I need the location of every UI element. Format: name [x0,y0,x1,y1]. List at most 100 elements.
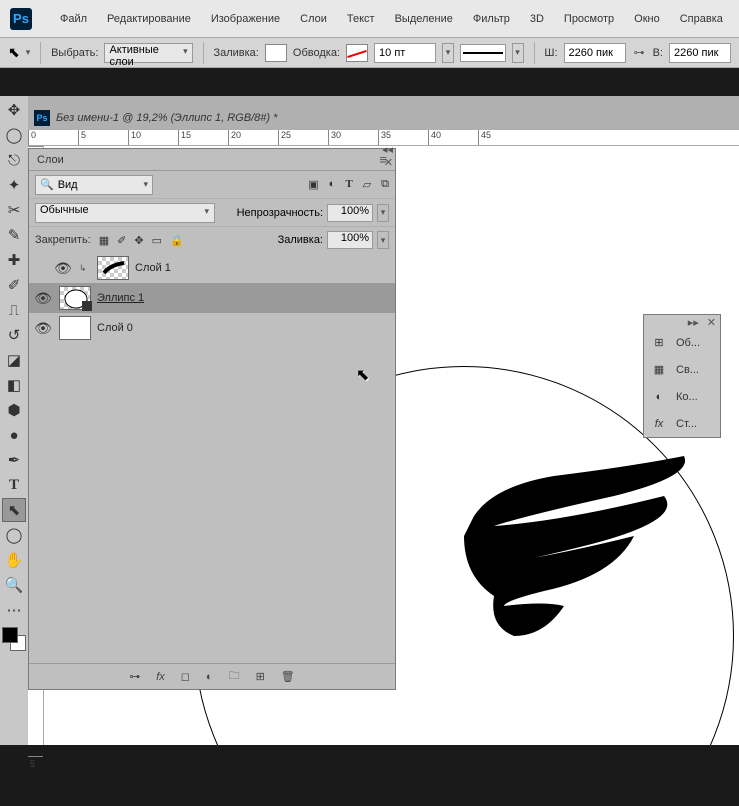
eraser-tool-icon[interactable]: ◪ [2,348,26,372]
layers-tab[interactable]: Слои [37,154,64,166]
fill-label: Заливка: [278,234,323,246]
new-layer-icon[interactable]: ⊞ [256,670,265,683]
menu-text[interactable]: Текст [337,9,385,29]
layer-thumbnail[interactable] [97,256,129,280]
fill-input[interactable]: 100% [327,231,373,249]
ruler-tick: 15 [178,130,228,145]
blur-tool-icon[interactable]: ⬢ [2,398,26,422]
lock-label: Закрепить: [35,234,91,246]
collapse-icon[interactable]: ▸▸ [688,316,699,329]
delete-layer-icon[interactable]: 🗑 [281,670,295,683]
layer-row[interactable]: 👁 Эллипс 1 [29,283,395,313]
layers-panel: ◂◂ ✕ Слои ≡ 🔍 Вид ▾ ▣ ◐ T ▱ ⧉ Обычные [28,148,396,690]
menu-edit[interactable]: Редактирование [97,9,201,29]
fill-swatch[interactable] [265,44,287,62]
visibility-icon[interactable]: 👁 [33,320,53,337]
filter-shape-icon[interactable]: ▱ [363,178,371,191]
menu-3d[interactable]: 3D [520,9,554,29]
stroke-style-dropdown[interactable] [460,44,505,62]
collapse-icon[interactable]: ◂◂ [382,144,393,156]
visibility-icon[interactable]: 👁 [53,260,73,277]
width-input[interactable] [564,43,626,63]
lasso-tool-icon[interactable]: ⎋ [2,148,26,172]
adjustment-layer-icon[interactable]: ◐ [206,671,213,683]
filter-type-icon[interactable]: T [345,178,352,191]
menu-view[interactable]: Просмотр [554,9,624,29]
edit-toolbar-icon[interactable]: ⋯ [2,598,26,622]
height-input[interactable] [669,43,731,63]
menu-help[interactable]: Справка [670,9,733,29]
shape-tool-icon[interactable]: ◯ [2,523,26,547]
stroke-swatch[interactable] [346,44,368,62]
opacity-input[interactable]: 100% [327,204,373,222]
adjustments-item[interactable]: ◐ Ко... [644,383,720,410]
ruler-tick: 25 [278,130,328,145]
properties-item[interactable]: ▦ Св... [644,356,720,383]
layer-fx-icon[interactable]: fx [156,671,165,683]
menu-select[interactable]: Выделение [385,9,463,29]
fg-bg-colors[interactable] [2,627,26,651]
stroke-label: Обводка: [293,47,340,59]
layer-name[interactable]: Слой 0 [97,322,133,334]
crop-tool-icon[interactable]: ✂ [2,198,26,222]
lock-position-icon[interactable]: ✥ [134,234,143,247]
dodge-tool-icon[interactable]: ● [2,423,26,447]
document-tab[interactable]: Ps Без имени-1 @ 19,2% (Эллипс 1, RGB/8#… [28,106,277,130]
link-layers-icon[interactable]: ⊶ [129,670,140,683]
ruler-tick: 0 [28,130,78,145]
brush-stroke [434,426,694,656]
brush-tool-icon[interactable]: ✐ [2,273,26,297]
select-dropdown[interactable]: Активные слои [104,43,192,63]
path-select-tool-icon[interactable]: ⬉ [8,44,20,61]
swatches-item[interactable]: ⊞ Об... [644,329,720,356]
layer-mask-icon[interactable]: ◻ [181,670,190,683]
link-wh-icon[interactable]: ⊶ [632,46,647,59]
close-icon[interactable]: ✕ [707,316,716,329]
magic-wand-tool-icon[interactable]: ✦ [2,173,26,197]
type-tool-icon[interactable]: T [2,473,26,497]
ruler-tick: 5 [28,756,43,806]
menu-layers[interactable]: Слои [290,9,337,29]
lock-pixels-icon[interactable]: ✐ [117,234,126,247]
layer-name[interactable]: Эллипс 1 [97,292,144,304]
search-icon: 🔍 [40,178,54,191]
filter-adjust-icon[interactable]: ◐ [329,178,336,191]
layer-name[interactable]: Слой 1 [135,262,171,274]
visibility-icon[interactable]: 👁 [33,290,53,307]
pen-tool-icon[interactable]: ✒ [2,448,26,472]
marquee-tool-icon[interactable]: ◯ [2,123,26,147]
stamp-tool-icon[interactable]: ⎍ [2,298,26,322]
history-brush-tool-icon[interactable]: ↺ [2,323,26,347]
move-tool-icon[interactable]: ✥ [2,98,26,122]
eyedropper-tool-icon[interactable]: ✎ [2,223,26,247]
layer-group-icon[interactable]: 🗀 [229,667,240,686]
path-select-tool-icon[interactable]: ⬉ [2,498,26,522]
fill-dropdown-icon[interactable]: ▾ [377,231,389,249]
menu-window[interactable]: Окно [624,9,670,29]
filter-smart-icon[interactable]: ⧉ [381,178,389,191]
opacity-dropdown-icon[interactable]: ▾ [377,204,389,222]
layer-row[interactable]: 👁 ↳ Слой 1 [29,253,395,283]
lock-transparent-icon[interactable]: ▦ [99,234,109,247]
layer-filter-dropdown[interactable]: 🔍 Вид ▾ [35,175,153,195]
menu-filter[interactable]: Фильтр [463,9,520,29]
menu-file[interactable]: Файл [50,9,97,29]
layer-row[interactable]: 👁 Слой 0 [29,313,395,343]
menu-bar: Ps Файл Редактирование Изображение Слои … [0,0,739,38]
blend-mode-dropdown[interactable]: Обычные [35,203,215,223]
menu-image[interactable]: Изображение [201,9,290,29]
close-icon[interactable]: ✕ [384,157,393,169]
options-bar: ⬉ ▾ Выбрать: Активные слои Заливка: Обво… [0,38,739,68]
layer-thumbnail[interactable] [59,316,91,340]
stroke-width-input[interactable] [374,43,436,63]
heal-tool-icon[interactable]: ✚ [2,248,26,272]
lock-artboard-icon[interactable]: ▭ [152,234,162,247]
item-label: Ко... [676,391,698,403]
hand-tool-icon[interactable]: ✋ [2,548,26,572]
filter-pixel-icon[interactable]: ▣ [308,178,318,191]
layer-thumbnail[interactable] [59,286,91,310]
gradient-tool-icon[interactable]: ◧ [2,373,26,397]
lock-all-icon[interactable]: 🔒 [170,234,184,247]
zoom-tool-icon[interactable]: 🔍 [2,573,26,597]
styles-item[interactable]: fx Ст... [644,410,720,437]
